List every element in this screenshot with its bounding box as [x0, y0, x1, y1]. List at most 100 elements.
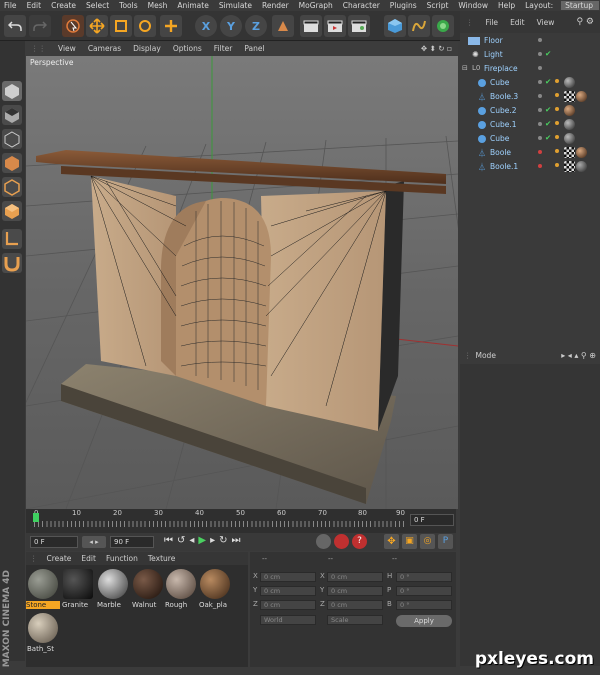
rot-p-field[interactable]: 0 ° — [396, 586, 452, 596]
om-menu-view[interactable]: View — [531, 18, 561, 27]
menu-mesh[interactable]: Mesh — [144, 1, 174, 10]
material-tag-icon[interactable] — [576, 147, 587, 158]
apply-button[interactable]: Apply — [396, 615, 452, 627]
texture-tag-icon[interactable] — [564, 147, 575, 158]
mat-menu-edit[interactable]: Edit — [76, 554, 101, 563]
start-frame-field[interactable]: 0 F — [30, 536, 78, 548]
axis-z-button[interactable]: Z — [245, 15, 267, 37]
object-row[interactable]: Floor — [460, 35, 600, 48]
go-start-icon[interactable]: ⏮ — [164, 535, 173, 549]
material-tag-icon[interactable] — [576, 91, 587, 102]
next-frame-icon[interactable]: ▸ — [210, 535, 215, 549]
prev-key-icon[interactable]: ↺ — [177, 535, 185, 549]
undo-button[interactable] — [4, 15, 26, 37]
go-end-icon[interactable]: ⏭ — [232, 535, 241, 549]
mat-menu-texture[interactable]: Texture — [143, 554, 180, 563]
scale-select[interactable]: Scale — [327, 615, 383, 625]
coordinate-system-button[interactable] — [272, 15, 294, 37]
check-icon[interactable]: ✔ — [545, 77, 551, 86]
key-rotation-icon[interactable]: ◎ — [420, 534, 435, 549]
menu-mograph[interactable]: MoGraph — [295, 1, 339, 10]
vp-menu-cameras[interactable]: Cameras — [82, 44, 127, 53]
size-x-field[interactable]: 0 cm — [327, 572, 383, 582]
redo-button[interactable] — [29, 15, 51, 37]
vp-menu-display[interactable]: Display — [127, 44, 167, 53]
menu-character[interactable]: Character — [339, 1, 386, 10]
next-key-icon[interactable]: ↻ — [219, 535, 227, 549]
workplane-button[interactable] — [2, 129, 22, 149]
add-nurbs-button[interactable] — [432, 15, 454, 37]
render-settings-button[interactable] — [348, 15, 370, 37]
material-tag-icon[interactable] — [564, 133, 575, 144]
play-icon[interactable]: ▶ — [198, 535, 206, 549]
material-swatch[interactable]: Bath_St — [26, 613, 61, 655]
playhead[interactable] — [33, 513, 39, 522]
texture-mode-button[interactable] — [2, 105, 22, 125]
menu-window[interactable]: Window — [454, 1, 494, 10]
vp-menu-options[interactable]: Options — [167, 44, 208, 53]
material-tag-icon[interactable] — [564, 119, 575, 130]
attr-nav-icons[interactable]: ▸ ◂ ▴ ⚲ ⊕ — [561, 351, 600, 360]
menu-help[interactable]: Help — [494, 1, 521, 10]
material-swatch[interactable]: Walnut — [131, 569, 166, 611]
om-search-icon[interactable]: ⚲ ⚙ — [570, 17, 600, 27]
key-position-icon[interactable]: ✥ — [384, 534, 399, 549]
menu-render[interactable]: Render — [258, 1, 295, 10]
object-row[interactable]: ⏃ Boole.1 — [460, 161, 600, 174]
check-icon[interactable]: ✔ — [545, 119, 551, 128]
rot-b-field[interactable]: 0 ° — [396, 600, 452, 610]
snap-button[interactable] — [2, 253, 22, 273]
record-icon[interactable] — [316, 534, 331, 549]
menu-script[interactable]: Script — [423, 1, 455, 10]
render-view-button[interactable] — [300, 15, 322, 37]
texture-tag-icon[interactable] — [564, 91, 575, 102]
pos-x-field[interactable]: 0 cm — [260, 572, 316, 582]
mat-menu-function[interactable]: Function — [101, 554, 143, 563]
menu-tools[interactable]: Tools — [115, 1, 143, 10]
menu-file[interactable]: File — [0, 1, 23, 10]
menu-animate[interactable]: Animate — [173, 1, 214, 10]
key-scale-icon[interactable]: ▣ — [402, 534, 417, 549]
menu-simulate[interactable]: Simulate — [215, 1, 258, 10]
material-tag-icon[interactable] — [564, 105, 575, 116]
check-icon[interactable]: ✔ — [545, 105, 551, 114]
check-icon[interactable]: ✔ — [545, 49, 551, 58]
current-frame-field[interactable]: 0 F — [410, 514, 454, 526]
menu-plugins[interactable]: Plugins — [386, 1, 423, 10]
timeline-ruler[interactable]: 0 10 20 30 40 50 60 70 80 90 0 F — [26, 509, 456, 533]
prev-frame-icon[interactable]: ◂ — [189, 535, 194, 549]
rotate-button[interactable] — [134, 15, 156, 37]
vp-menu-panel[interactable]: Panel — [238, 44, 270, 53]
object-row[interactable]: Cube.1 ✔ — [460, 119, 600, 132]
collapse-icon[interactable]: ⊟ — [462, 64, 468, 72]
material-swatch[interactable]: Stone — [26, 569, 61, 611]
polygons-mode-button[interactable] — [2, 201, 22, 221]
material-tag-icon[interactable] — [564, 77, 575, 88]
points-mode-button[interactable] — [2, 153, 22, 173]
pos-y-field[interactable]: 0 cm — [260, 586, 316, 596]
edges-mode-button[interactable] — [2, 177, 22, 197]
om-menu-file[interactable]: File — [480, 18, 505, 27]
menu-edit[interactable]: Edit — [23, 1, 48, 10]
material-swatch[interactable]: Granite — [61, 569, 96, 611]
end-frame-field[interactable]: 90 F — [110, 536, 154, 548]
object-row[interactable]: Cube ✔ — [460, 77, 600, 90]
frame-range-slider[interactable]: ◂ ▸ — [82, 536, 106, 548]
model-mode-button[interactable] — [2, 81, 22, 101]
live-selection-button[interactable] — [62, 15, 84, 37]
texture-tag-icon[interactable] — [564, 161, 575, 172]
object-row[interactable]: ✺ Light ✔ — [460, 49, 600, 62]
axis-y-button[interactable]: Y — [220, 15, 242, 37]
check-icon[interactable]: ✔ — [545, 133, 551, 142]
vp-menu-filter[interactable]: Filter — [208, 44, 239, 53]
object-row[interactable]: ⏃ Boole.3 — [460, 91, 600, 104]
mat-menu-create[interactable]: Create — [42, 554, 77, 563]
object-row[interactable]: Cube.2 ✔ — [460, 105, 600, 118]
axis-mode-button[interactable] — [2, 229, 22, 249]
viewport-nav-icons[interactable]: ✥ ⬍ ↻ ▫ — [415, 44, 458, 53]
move-button[interactable] — [86, 15, 108, 37]
world-select[interactable]: World — [260, 615, 316, 625]
material-swatch[interactable]: Rough — [164, 569, 199, 611]
add-spline-button[interactable] — [408, 15, 430, 37]
render-picture-viewer-button[interactable] — [324, 15, 346, 37]
